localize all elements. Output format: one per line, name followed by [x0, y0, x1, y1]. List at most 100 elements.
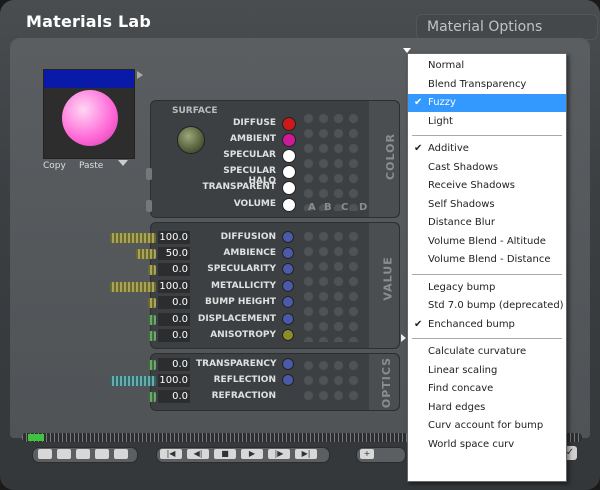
- menu-item[interactable]: ✔ Enchanced bump: [408, 316, 566, 334]
- playback-button-glyph: ■: [221, 449, 229, 458]
- value-input[interactable]: 0.0: [158, 329, 190, 342]
- playback-button[interactable]: ◀|: [187, 449, 209, 459]
- menu-item-label: Calculate curvature: [428, 346, 527, 357]
- value-slider[interactable]: [148, 298, 156, 308]
- surface-label: SURFACE: [172, 106, 218, 116]
- swatch-slider[interactable]: [146, 168, 152, 180]
- window-title: Materials Lab: [26, 12, 152, 31]
- color-swatch[interactable]: [282, 198, 296, 212]
- value-slider[interactable]: [136, 249, 156, 259]
- color-swatch[interactable]: [282, 181, 296, 195]
- menu-item-label: Normal: [428, 60, 465, 71]
- paste-dropdown-icon[interactable]: [118, 160, 128, 166]
- value-slider[interactable]: [110, 233, 156, 243]
- menu-item[interactable]: Linear scaling: [408, 362, 566, 380]
- value-slider[interactable]: [110, 282, 156, 292]
- menu-item[interactable]: Find concave: [408, 380, 566, 398]
- menu-item-label: Self Shadows: [428, 198, 495, 210]
- color-swatch[interactable]: [282, 117, 296, 131]
- optics-input[interactable]: 100.0: [158, 374, 190, 387]
- menu-item[interactable]: Cast Shadows: [408, 159, 566, 177]
- menu-item[interactable]: Receive Shadows: [408, 177, 566, 195]
- menu-item[interactable]: Curv account for bump: [408, 417, 566, 435]
- optics-input[interactable]: 0.0: [158, 358, 190, 371]
- menu-item[interactable]: Legacy bump: [408, 279, 566, 297]
- timeline-current-marker[interactable]: [28, 434, 44, 441]
- channel-knob[interactable]: [282, 231, 294, 243]
- value-input[interactable]: 0.0: [158, 263, 190, 276]
- color-swatch[interactable]: [282, 149, 296, 163]
- value-slider[interactable]: [148, 315, 156, 325]
- playback-button[interactable]: |◀: [160, 449, 182, 459]
- menu-item-label: Curv account for bump: [428, 420, 544, 431]
- value-input[interactable]: 50.0: [158, 247, 190, 260]
- menu-item[interactable]: ✔ Fuzzy: [408, 94, 566, 112]
- optics-slider[interactable]: [148, 360, 156, 370]
- keyframe-slot-button[interactable]: [95, 449, 109, 459]
- preview-area: [44, 88, 134, 158]
- playback-button[interactable]: ▶: [241, 449, 263, 459]
- optics-slider[interactable]: [148, 392, 156, 402]
- menu-item[interactable]: Volume Blend - Distance: [408, 251, 566, 269]
- keyframe-slot-button[interactable]: [57, 449, 71, 459]
- optics-row-label: TRANSPARENCY: [196, 359, 277, 369]
- optics-channel-grid[interactable]: [301, 358, 363, 406]
- add-key-button[interactable]: +: [360, 449, 374, 459]
- column-label-a: A: [308, 202, 316, 213]
- surface-row-label: AMBIENT: [230, 134, 276, 144]
- material-options-button[interactable]: Material Options: [416, 14, 598, 40]
- column-label-b: B: [324, 202, 332, 213]
- value-input[interactable]: 0.0: [158, 296, 190, 309]
- preview-arrow-icon[interactable]: [137, 71, 143, 79]
- channel-knob[interactable]: [282, 296, 294, 308]
- value-slider[interactable]: [148, 265, 156, 275]
- value-slider[interactable]: [148, 331, 156, 341]
- checkmark-icon: ✔: [414, 143, 423, 154]
- menu-item-label: Enchanced bump: [428, 318, 515, 330]
- keyframe-slot-button[interactable]: [76, 449, 90, 459]
- menu-item[interactable]: World space curv: [408, 436, 566, 454]
- menu-item[interactable]: Distance Blur: [408, 214, 566, 232]
- menu-separator: [412, 273, 562, 275]
- playback-button[interactable]: ■: [214, 449, 236, 459]
- menu-item[interactable]: Calculate curvature: [408, 343, 566, 361]
- value-channel-grid[interactable]: [301, 229, 363, 342]
- menu-item[interactable]: Light: [408, 113, 566, 131]
- color-side-label: COLOR: [383, 133, 397, 180]
- channel-knob[interactable]: [282, 247, 294, 259]
- channel-knob[interactable]: [282, 313, 294, 325]
- swatch-slider[interactable]: [146, 200, 152, 212]
- optics-input[interactable]: 0.0: [158, 390, 190, 403]
- color-swatch[interactable]: [282, 133, 296, 147]
- menu-item-label: Additive: [428, 143, 469, 154]
- channel-knob[interactable]: [282, 280, 294, 292]
- menu-item[interactable]: Normal: [408, 57, 566, 75]
- keyframe-slot-button[interactable]: [38, 449, 52, 459]
- menu-item[interactable]: Std 7.0 bump (deprecated): [408, 297, 566, 315]
- menu-item[interactable]: Blend Transparency: [408, 76, 566, 94]
- copy-button[interactable]: Copy: [43, 161, 66, 171]
- optics-slider[interactable]: [110, 376, 156, 386]
- channel-knob[interactable]: [282, 374, 294, 386]
- color-swatch[interactable]: [282, 165, 296, 179]
- value-input[interactable]: 100.0: [158, 231, 190, 244]
- channel-knob[interactable]: [282, 329, 294, 341]
- value-input[interactable]: 100.0: [158, 280, 190, 293]
- paste-button[interactable]: Paste: [79, 161, 103, 171]
- channel-knob[interactable]: [282, 263, 294, 275]
- menu-item[interactable]: Volume Blend - Altitude: [408, 233, 566, 251]
- menu-item-label: Light: [428, 115, 453, 127]
- color-channel-grid[interactable]: [301, 111, 363, 211]
- channel-knob[interactable]: [282, 358, 294, 370]
- menu-item-label: Std 7.0 bump (deprecated): [428, 300, 564, 311]
- value-input[interactable]: 0.0: [158, 313, 190, 326]
- value-row-label: BUMP HEIGHT: [205, 297, 276, 307]
- menu-item[interactable]: Self Shadows: [408, 196, 566, 214]
- menu-item-label: Legacy bump: [428, 281, 496, 293]
- playback-button[interactable]: |▶: [268, 449, 290, 459]
- playback-button[interactable]: ▶|: [295, 449, 317, 459]
- keyframe-slot-button[interactable]: [114, 449, 128, 459]
- menu-item[interactable]: ✔ Additive: [408, 140, 566, 158]
- material-preview[interactable]: [43, 69, 135, 159]
- menu-item[interactable]: Hard edges: [408, 399, 566, 417]
